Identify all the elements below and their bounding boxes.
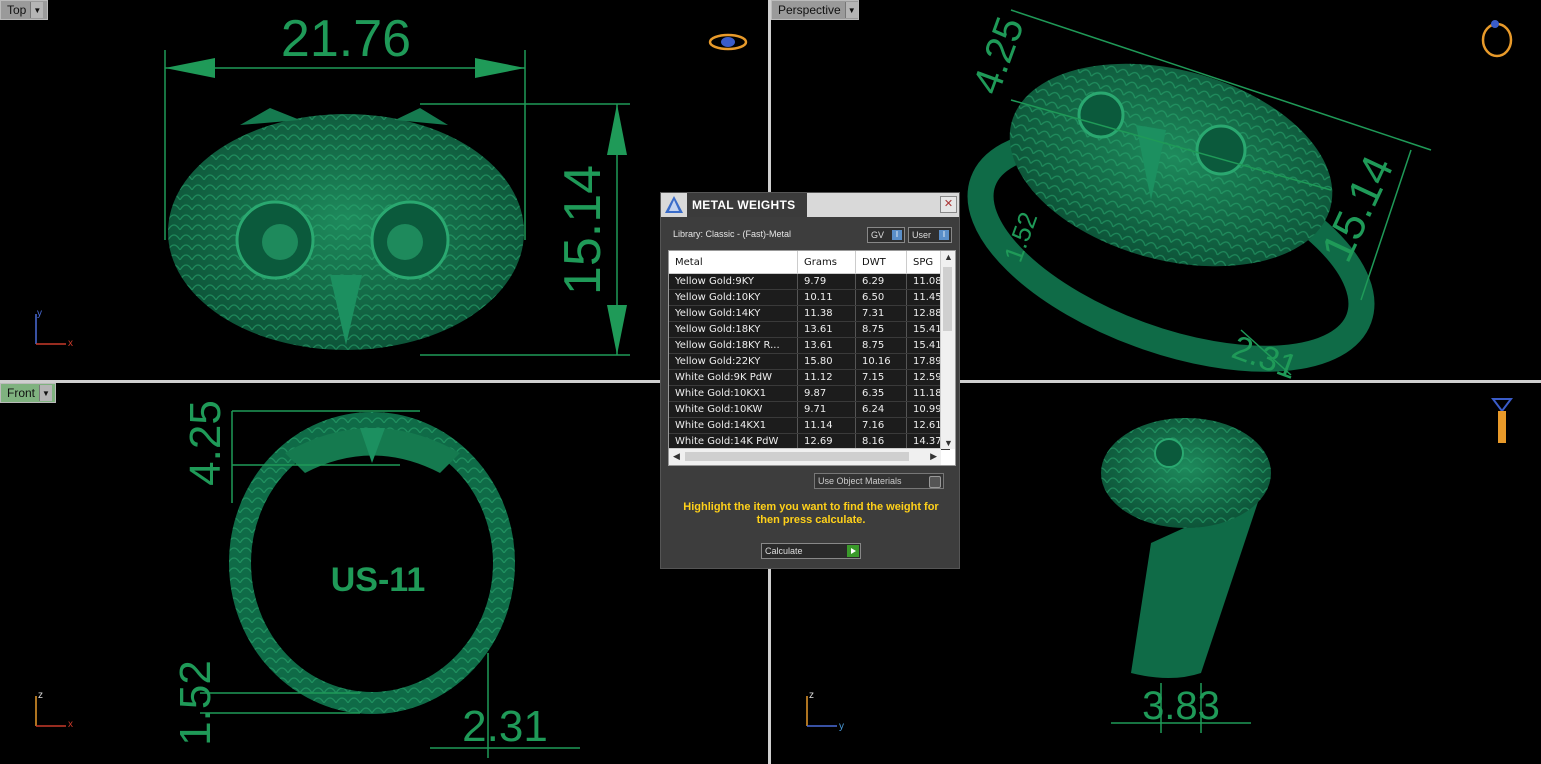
- cell-dwt: 6.35: [855, 385, 907, 402]
- table-row[interactable]: White Gold:9K PdW 11.12 7.15 12.59: [669, 369, 950, 386]
- horizontal-scrollbar[interactable]: ◀ ▶: [669, 448, 941, 465]
- cell-metal: White Gold:10KX1: [669, 385, 798, 402]
- dim-width: 21.76: [281, 10, 411, 68]
- use-object-materials-option[interactable]: Use Object Materials: [814, 473, 944, 489]
- table-row[interactable]: Yellow Gold:14KY 11.38 7.31 12.88: [669, 305, 950, 322]
- table-row[interactable]: Yellow Gold:10KY 10.11 6.50 11.45: [669, 289, 950, 306]
- cell-dwt: 8.75: [855, 321, 907, 338]
- ring-nav-icon: [1491, 398, 1513, 443]
- close-icon[interactable]: ✕: [940, 196, 957, 213]
- cell-grams: 13.61: [797, 321, 856, 338]
- play-icon: [847, 545, 859, 557]
- scroll-thumb[interactable]: [685, 452, 909, 461]
- gv-toggle[interactable]: GV I: [867, 227, 905, 243]
- viewport-front-label[interactable]: Front ▼: [0, 383, 56, 403]
- svg-text:4.25: 4.25: [181, 400, 230, 486]
- viewport-front[interactable]: US-11 4.25 1.52 2.31 z x Front ▼: [0, 383, 768, 764]
- library-label: Library: Classic - (Fast)-Metal: [673, 229, 792, 239]
- dialog-titlebar[interactable]: METAL WEIGHTS ✕: [661, 193, 959, 217]
- cell-grams: 10.11: [797, 289, 856, 306]
- cell-grams: 11.12: [797, 369, 856, 386]
- scroll-left-icon[interactable]: ◀: [673, 451, 680, 462]
- svg-text:y: y: [37, 308, 42, 319]
- viewport-perspective-label[interactable]: Perspective ▼: [771, 0, 859, 20]
- svg-text:1.52: 1.52: [998, 208, 1044, 266]
- table-row[interactable]: Yellow Gold:22KY 15.80 10.16 17.89: [669, 353, 950, 370]
- table-row[interactable]: White Gold:10KW 9.71 6.24 10.99: [669, 401, 950, 418]
- metal-weights-table[interactable]: Metal Grams DWT SPG Yellow Gold:9KY 9.79 6…: [668, 250, 956, 466]
- svg-text:2.31: 2.31: [1227, 328, 1302, 380]
- calculate-button[interactable]: Calculate: [761, 543, 861, 559]
- cell-metal: Yellow Gold:10KY: [669, 289, 798, 306]
- table-row[interactable]: Yellow Gold:18KY R... 13.61 8.75 15.41: [669, 337, 950, 354]
- cell-grams: 9.71: [797, 401, 856, 418]
- svg-text:4.25: 4.25: [965, 11, 1033, 99]
- scroll-up-icon[interactable]: ▲: [944, 252, 953, 262]
- ring-size-text: US-11: [331, 561, 426, 599]
- ring-nav-icon: [708, 33, 748, 51]
- table-row[interactable]: Yellow Gold:18KY 13.61 8.75 15.41: [669, 321, 950, 338]
- svg-text:2.31: 2.31: [462, 702, 548, 751]
- cell-dwt: 6.24: [855, 401, 907, 418]
- dialog-title: METAL WEIGHTS: [687, 193, 807, 217]
- column-header-grams[interactable]: Grams: [797, 251, 856, 274]
- svg-text:z: z: [809, 690, 814, 701]
- cell-dwt: 10.16: [855, 353, 907, 370]
- scroll-thumb[interactable]: [943, 267, 952, 331]
- cell-dwt: 7.31: [855, 305, 907, 322]
- svg-text:x: x: [68, 338, 73, 349]
- table-row[interactable]: White Gold:10KX1 9.87 6.35 11.18: [669, 385, 950, 402]
- cell-metal: Yellow Gold:18KY: [669, 321, 798, 338]
- column-header-dwt[interactable]: DWT: [855, 251, 907, 274]
- cell-grams: 9.87: [797, 385, 856, 402]
- matrix-logo-icon: [665, 196, 683, 213]
- column-header-metal[interactable]: Metal: [669, 251, 798, 274]
- radio-button-icon[interactable]: [929, 476, 941, 488]
- table-row[interactable]: White Gold:14KX1 11.14 7.16 12.61: [669, 417, 950, 434]
- cell-dwt: 7.15: [855, 369, 907, 386]
- dim-height: 15.14: [554, 165, 612, 295]
- chevron-down-icon[interactable]: ▼: [39, 385, 53, 401]
- cell-dwt: 8.75: [855, 337, 907, 354]
- vertical-scrollbar[interactable]: ▲ ▼: [940, 251, 955, 449]
- cell-grams: 11.38: [797, 305, 856, 322]
- toggle-switch-icon: I: [939, 230, 949, 240]
- cell-metal: White Gold:14KX1: [669, 417, 798, 434]
- scroll-right-icon[interactable]: ▶: [930, 451, 937, 462]
- cell-metal: Yellow Gold:14KY: [669, 305, 798, 322]
- cell-metal: White Gold:10KW: [669, 401, 798, 418]
- table-row[interactable]: Yellow Gold:9KY 9.79 6.29 11.08: [669, 273, 950, 290]
- cell-dwt: 7.16: [855, 417, 907, 434]
- chevron-down-icon[interactable]: ▼: [844, 2, 858, 18]
- cell-metal: Yellow Gold:9KY: [669, 273, 798, 290]
- viewport-top-label[interactable]: Top ▼: [0, 0, 48, 20]
- svg-text:z: z: [38, 690, 43, 701]
- svg-text:x: x: [68, 719, 73, 730]
- hint-text: Highlight the item you want to find the …: [683, 501, 939, 526]
- cell-metal: White Gold:9K PdW: [669, 369, 798, 386]
- svg-text:3.83: 3.83: [1142, 684, 1220, 728]
- svg-text:y: y: [839, 721, 844, 732]
- cell-grams: 15.80: [797, 353, 856, 370]
- ring-nav-icon: [1481, 20, 1513, 58]
- top-view-scene: 21.76 15.14 y x: [35, 10, 748, 356]
- svg-text:1.52: 1.52: [171, 660, 220, 746]
- scroll-down-icon[interactable]: ▼: [944, 438, 953, 448]
- cell-dwt: 6.29: [855, 273, 907, 290]
- cell-grams: 13.61: [797, 337, 856, 354]
- cell-grams: 11.14: [797, 417, 856, 434]
- cell-dwt: 6.50: [855, 289, 907, 306]
- front-view-scene: US-11 4.25 1.52 2.31 z x: [35, 400, 580, 758]
- viewport-top[interactable]: 21.76 15.14 y x Top ▼: [0, 0, 768, 380]
- table-header-row: Metal Grams DWT SPG: [669, 251, 950, 274]
- toggle-switch-icon: I: [892, 230, 902, 240]
- chevron-down-icon[interactable]: ▼: [30, 2, 44, 18]
- user-toggle[interactable]: User I: [908, 227, 952, 243]
- metal-weights-dialog: METAL WEIGHTS ✕ Library: Classic - (Fast…: [660, 192, 960, 569]
- cell-grams: 9.79: [797, 273, 856, 290]
- cell-metal: Yellow Gold:18KY R...: [669, 337, 798, 354]
- cell-metal: Yellow Gold:22KY: [669, 353, 798, 370]
